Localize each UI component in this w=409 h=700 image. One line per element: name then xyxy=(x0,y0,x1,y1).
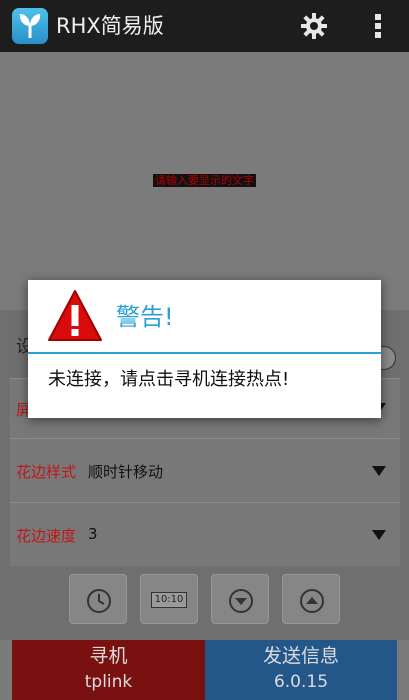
dropdown-arrow-icon[interactable] xyxy=(372,466,386,476)
border-speed-row[interactable]: 花边速度 3 xyxy=(10,502,400,566)
send-message-title: 发送信息 xyxy=(262,645,339,667)
circle-down-icon xyxy=(229,589,253,613)
overflow-menu-icon[interactable] xyxy=(368,12,388,40)
dialog-message: 未连接，请点击寻机连接热点! xyxy=(48,369,290,390)
action-bar: RHX简易版 xyxy=(0,0,409,52)
scroll-down-button[interactable] xyxy=(211,574,269,624)
border-style-label: 花边样式 xyxy=(16,463,77,481)
border-speed-label: 花边速度 xyxy=(16,527,77,545)
find-device-subtitle: tplink xyxy=(84,672,133,692)
time-display-button[interactable]: 10:10 xyxy=(140,574,198,624)
dropdown-arrow-icon[interactable] xyxy=(372,530,386,540)
send-message-subtitle: 6.0.15 xyxy=(273,672,329,692)
warning-icon xyxy=(46,288,104,348)
border-style-row[interactable]: 花边样式 顺时针移动 xyxy=(10,438,400,502)
clock-button[interactable] xyxy=(69,574,127,624)
border-style-value: 顺时针移动 xyxy=(88,463,164,481)
gear-icon[interactable] xyxy=(300,12,328,40)
app-leaf-icon xyxy=(12,8,48,44)
led-preview: 请输入要显示的文字 xyxy=(0,52,409,310)
circle-up-icon xyxy=(300,589,324,613)
border-speed-value: 3 xyxy=(88,525,98,543)
digital-clock-icon: 10:10 xyxy=(151,592,187,608)
dialog-divider xyxy=(28,352,381,354)
scroll-up-button[interactable] xyxy=(282,574,340,624)
send-message-button[interactable]: 发送信息 6.0.15 xyxy=(205,640,397,700)
clock-icon xyxy=(87,589,111,613)
warning-dialog: 警告! 未连接，请点击寻机连接热点! xyxy=(28,280,381,418)
find-device-title: 寻机 xyxy=(89,645,128,667)
find-device-button[interactable]: 寻机 tplink xyxy=(12,640,205,700)
dialog-title: 警告! xyxy=(116,303,174,331)
app-title: RHX简易版 xyxy=(56,14,164,38)
preview-text: 请输入要显示的文字 xyxy=(153,174,256,187)
